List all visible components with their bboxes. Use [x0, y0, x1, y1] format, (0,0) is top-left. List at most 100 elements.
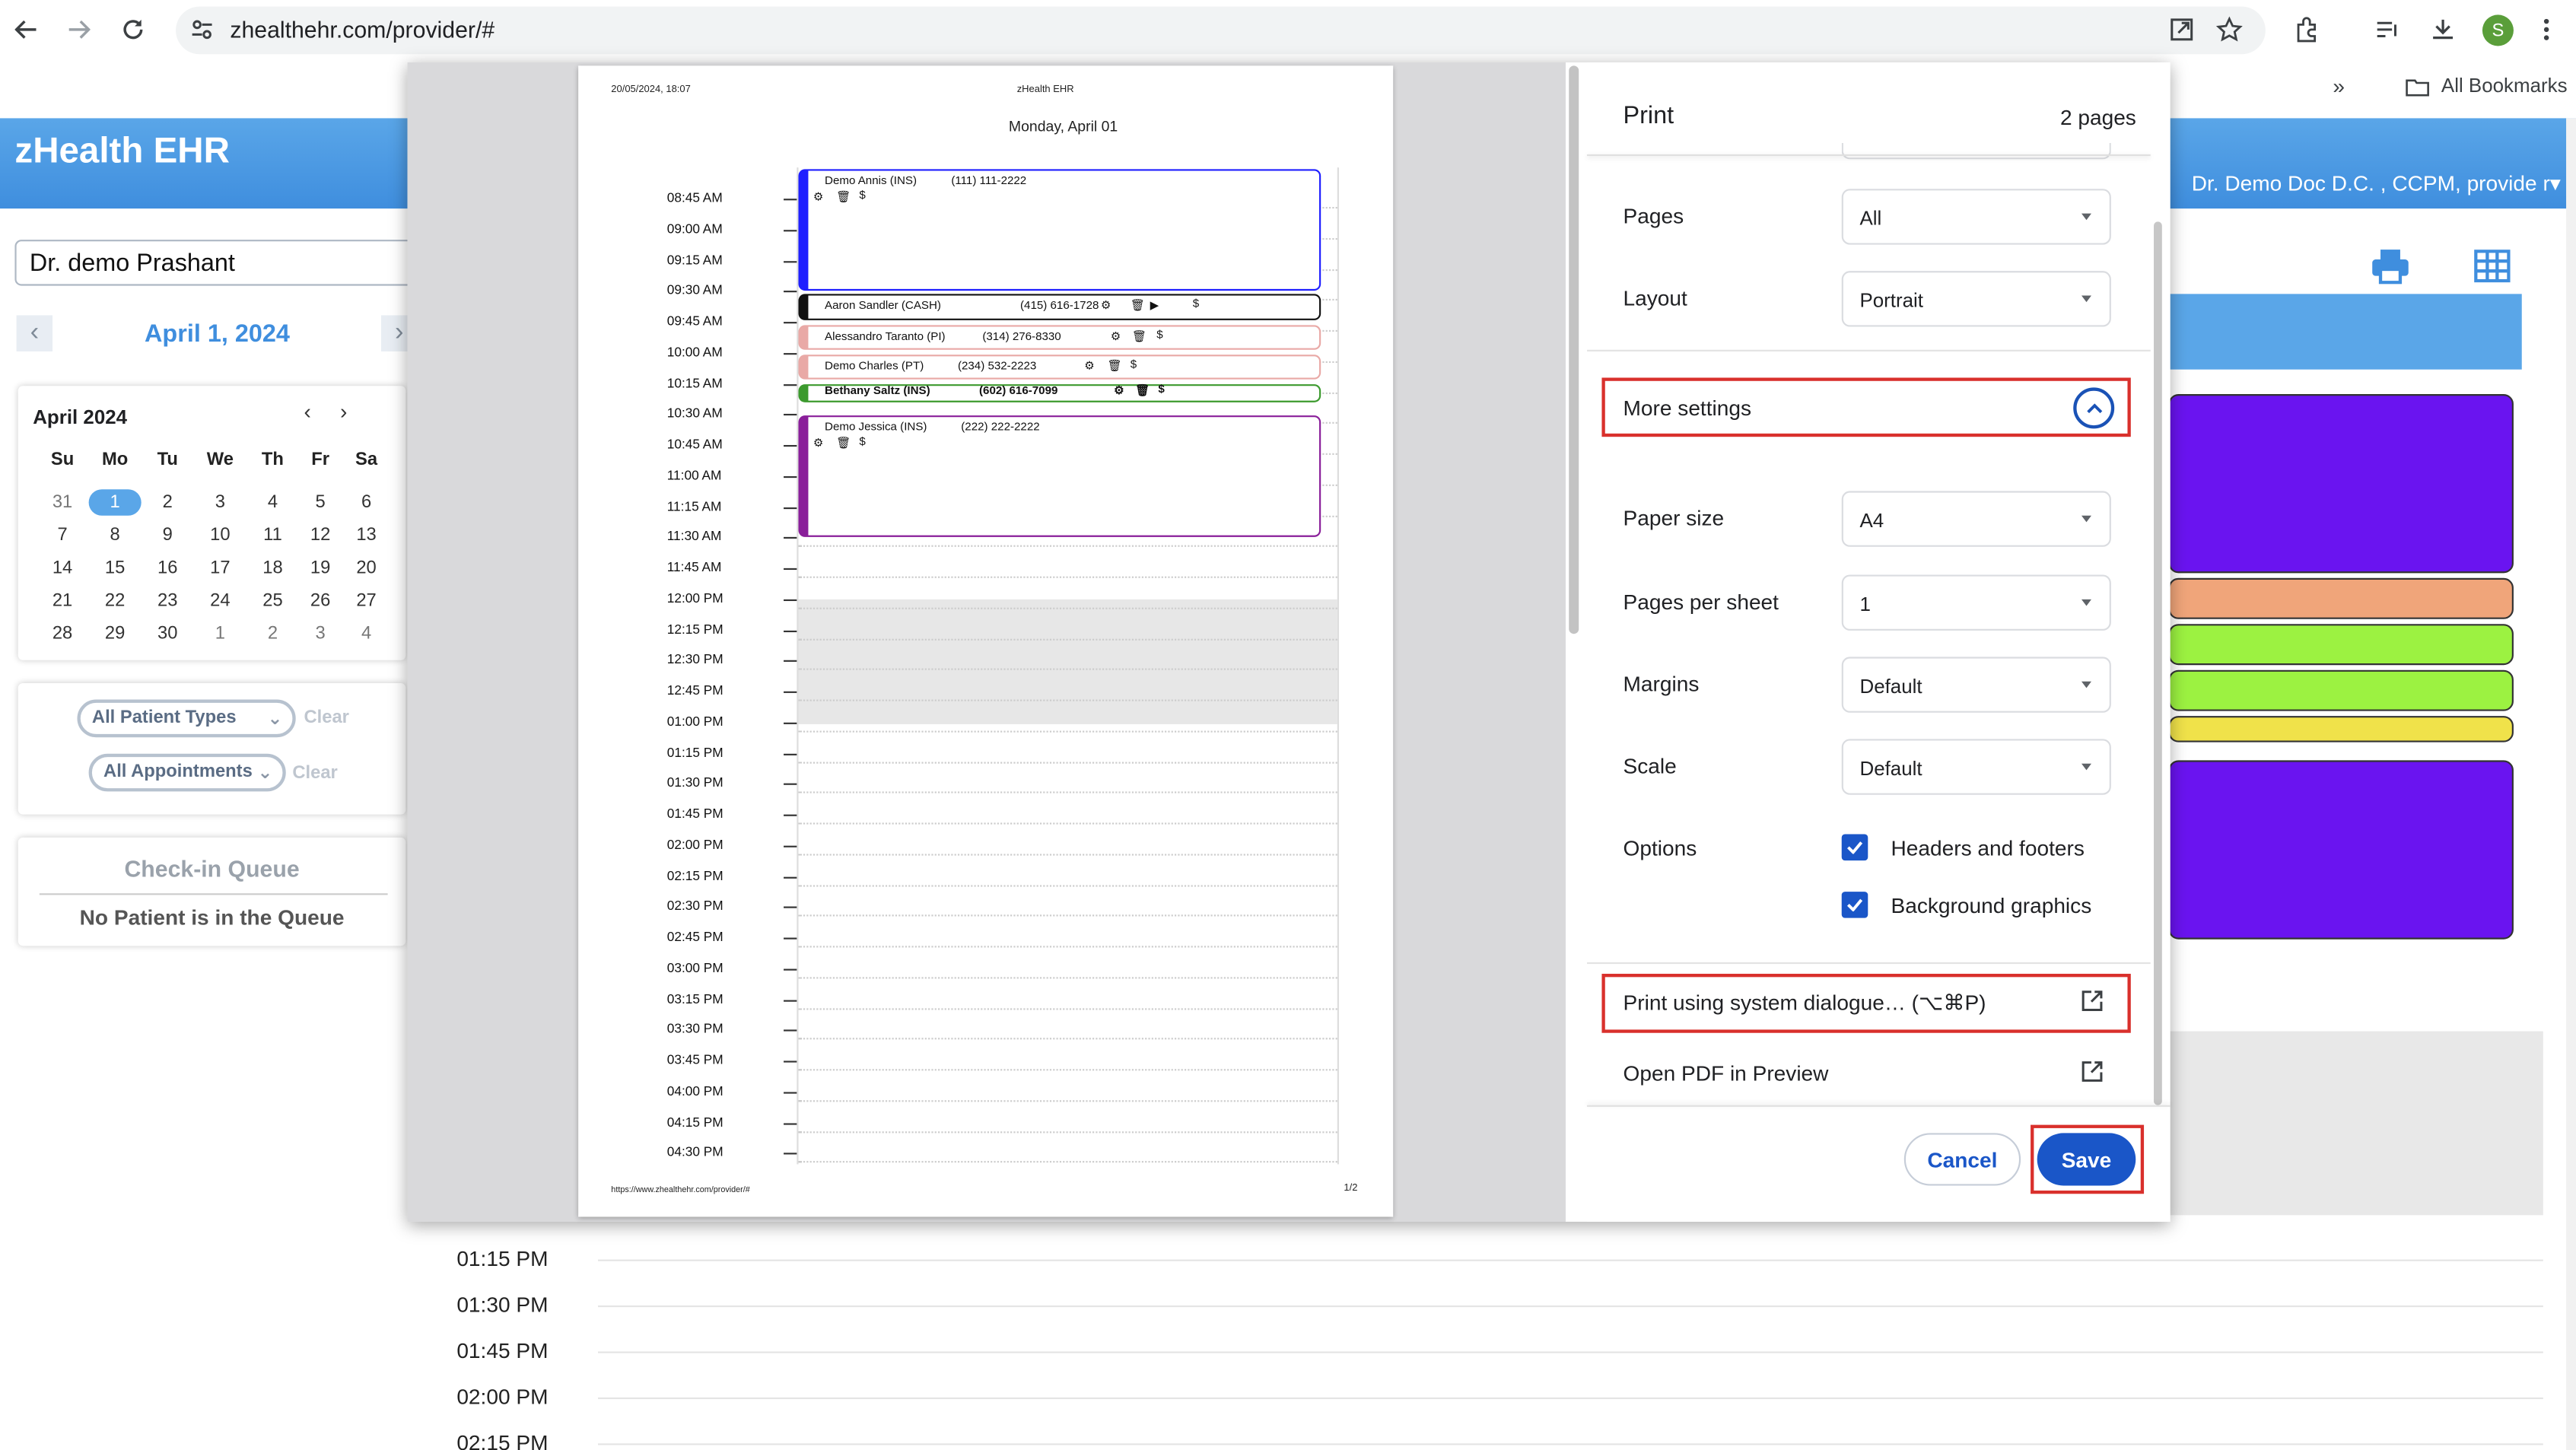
calendar-day[interactable]: 21: [37, 588, 89, 615]
dollar-icon[interactable]: $: [1193, 299, 1199, 310]
forward-icon[interactable]: [62, 13, 95, 46]
destination-select-partial[interactable]: [1841, 142, 2111, 160]
appointment-block[interactable]: [2168, 624, 2514, 666]
chevron-up-icon[interactable]: [2073, 387, 2115, 429]
open-external-icon[interactable]: [2081, 1060, 2103, 1090]
trash-icon[interactable]: 🗑: [836, 190, 851, 204]
prev-day-button[interactable]: ‹: [16, 315, 53, 351]
back-icon[interactable]: [10, 13, 43, 46]
calendar-day[interactable]: 2: [246, 621, 299, 647]
patient-types-filter[interactable]: All Patient Types ⌄: [77, 699, 296, 738]
trash-icon[interactable]: 🗑: [1131, 299, 1145, 312]
calendar-day[interactable]: 7: [37, 522, 89, 549]
trash-icon[interactable]: 🗑: [1107, 360, 1121, 373]
gear-icon[interactable]: ⚙: [813, 190, 824, 204]
appointment-block[interactable]: [2168, 669, 2514, 711]
download-icon[interactable]: [2426, 13, 2459, 46]
dollar-icon[interactable]: $: [1158, 384, 1164, 396]
preview-scrollbar[interactable]: [1569, 65, 1579, 634]
gear-icon[interactable]: ⚙: [1111, 330, 1121, 343]
open-in-new-window-icon[interactable]: [2165, 13, 2198, 46]
calendar-day[interactable]: 29: [89, 621, 142, 647]
calendar-day[interactable]: 11: [246, 522, 299, 549]
settings-scrollbar[interactable]: [2154, 221, 2162, 1105]
calendar-day[interactable]: 22: [89, 588, 142, 615]
gear-icon[interactable]: ⚙: [1101, 299, 1111, 312]
gear-icon[interactable]: ⚙: [1114, 384, 1124, 397]
calendar-day[interactable]: 19: [294, 555, 347, 582]
calendar-day[interactable]: 8: [89, 522, 142, 549]
calendar-day[interactable]: 26: [294, 588, 347, 615]
trash-icon[interactable]: 🗑: [1132, 330, 1146, 343]
page-scrollbar[interactable]: [2566, 118, 2576, 1450]
calendar-day[interactable]: 28: [37, 621, 89, 647]
url-text[interactable]: zhealthehr.com/provider/#: [230, 17, 495, 43]
cancel-button[interactable]: Cancel: [1903, 1133, 2021, 1186]
appointments-filter[interactable]: All Appointments ⌄: [88, 753, 286, 792]
pages-per-sheet-select[interactable]: 1: [1841, 574, 2111, 631]
calendar-day[interactable]: 27: [340, 588, 393, 615]
appointment-block[interactable]: [2168, 394, 2514, 574]
trash-icon[interactable]: 🗑: [836, 437, 851, 450]
dollar-icon[interactable]: $: [859, 190, 865, 202]
headers-footers-label[interactable]: Headers and footers: [1891, 836, 2085, 860]
calendar-day[interactable]: 5: [294, 489, 347, 516]
margins-select[interactable]: Default: [1841, 657, 2111, 713]
calendar-day[interactable]: 1: [88, 489, 142, 516]
site-settings-icon[interactable]: [190, 18, 213, 49]
calendar-day[interactable]: 6: [340, 489, 393, 516]
dollar-icon[interactable]: $: [859, 437, 865, 448]
reading-list-icon[interactable]: [2371, 13, 2403, 46]
more-settings-toggle[interactable]: More settings: [1624, 396, 1752, 420]
calendar-next-month-icon[interactable]: ›: [340, 399, 347, 424]
clear-patient-types-link[interactable]: Clear: [304, 708, 348, 727]
calendar-day[interactable]: 4: [340, 621, 393, 647]
calendar-day[interactable]: 23: [142, 588, 194, 615]
calendar-day[interactable]: 13: [340, 522, 393, 549]
calendar-day[interactable]: 3: [194, 489, 246, 516]
video-icon[interactable]: ▶: [1150, 299, 1159, 312]
open-external-icon[interactable]: [2081, 991, 2103, 1020]
calendar-day[interactable]: 9: [142, 522, 194, 549]
bookmarks-overflow-icon[interactable]: »: [2333, 74, 2345, 98]
address-bar[interactable]: zhealthehr.com/provider/#: [176, 6, 2266, 55]
calendar-day[interactable]: 2: [142, 489, 194, 516]
calendar-day[interactable]: 18: [246, 555, 299, 582]
calendar-day[interactable]: 10: [194, 522, 246, 549]
calendar-day[interactable]: 15: [89, 555, 142, 582]
calendar-day[interactable]: 17: [194, 555, 246, 582]
clear-appointments-link[interactable]: Clear: [292, 764, 337, 784]
background-graphics-label[interactable]: Background graphics: [1891, 893, 2092, 917]
profile-avatar[interactable]: S: [2482, 14, 2514, 46]
dollar-icon[interactable]: $: [1156, 330, 1162, 342]
trash-icon[interactable]: 🗑: [1135, 384, 1150, 397]
appointment-block[interactable]: [2168, 577, 2514, 619]
calendar-day[interactable]: 1: [194, 621, 246, 647]
appointment-block[interactable]: [2168, 716, 2514, 742]
provider-select[interactable]: Dr. demo Prashant: [14, 240, 422, 286]
user-menu[interactable]: Dr. Demo Doc D.C. , CCPM, provide r▾: [2192, 170, 2561, 197]
calendar-day[interactable]: 16: [142, 555, 194, 582]
gear-icon[interactable]: ⚙: [813, 437, 824, 450]
calendar-day[interactable]: 25: [246, 588, 299, 615]
dollar-icon[interactable]: $: [1131, 360, 1137, 371]
gear-icon[interactable]: ⚙: [1084, 360, 1095, 373]
open-pdf-link[interactable]: Open PDF in Preview: [1624, 1060, 1829, 1085]
appointment-block[interactable]: [2168, 760, 2514, 940]
headers-footers-checkbox[interactable]: [1841, 834, 1868, 861]
calendar-day[interactable]: 24: [194, 588, 246, 615]
bookmark-star-icon[interactable]: [2213, 13, 2246, 46]
all-bookmarks-link[interactable]: All Bookmarks: [2441, 74, 2568, 97]
reload-icon[interactable]: [116, 13, 149, 46]
paper-size-select[interactable]: A4: [1841, 491, 2111, 547]
calendar-day[interactable]: 12: [294, 522, 347, 549]
grid-view-icon[interactable]: [2474, 250, 2511, 291]
calendar-day[interactable]: 14: [37, 555, 89, 582]
extensions-icon[interactable]: [2290, 13, 2323, 46]
calendar-day[interactable]: 31: [37, 489, 89, 516]
background-graphics-checkbox[interactable]: [1841, 892, 1868, 918]
calendar-day[interactable]: 4: [246, 489, 299, 516]
pages-select[interactable]: All: [1841, 189, 2111, 245]
layout-select[interactable]: Portrait: [1841, 271, 2111, 327]
system-dialog-link[interactable]: Print using system dialogue… (⌥⌘P): [1624, 991, 1986, 1017]
